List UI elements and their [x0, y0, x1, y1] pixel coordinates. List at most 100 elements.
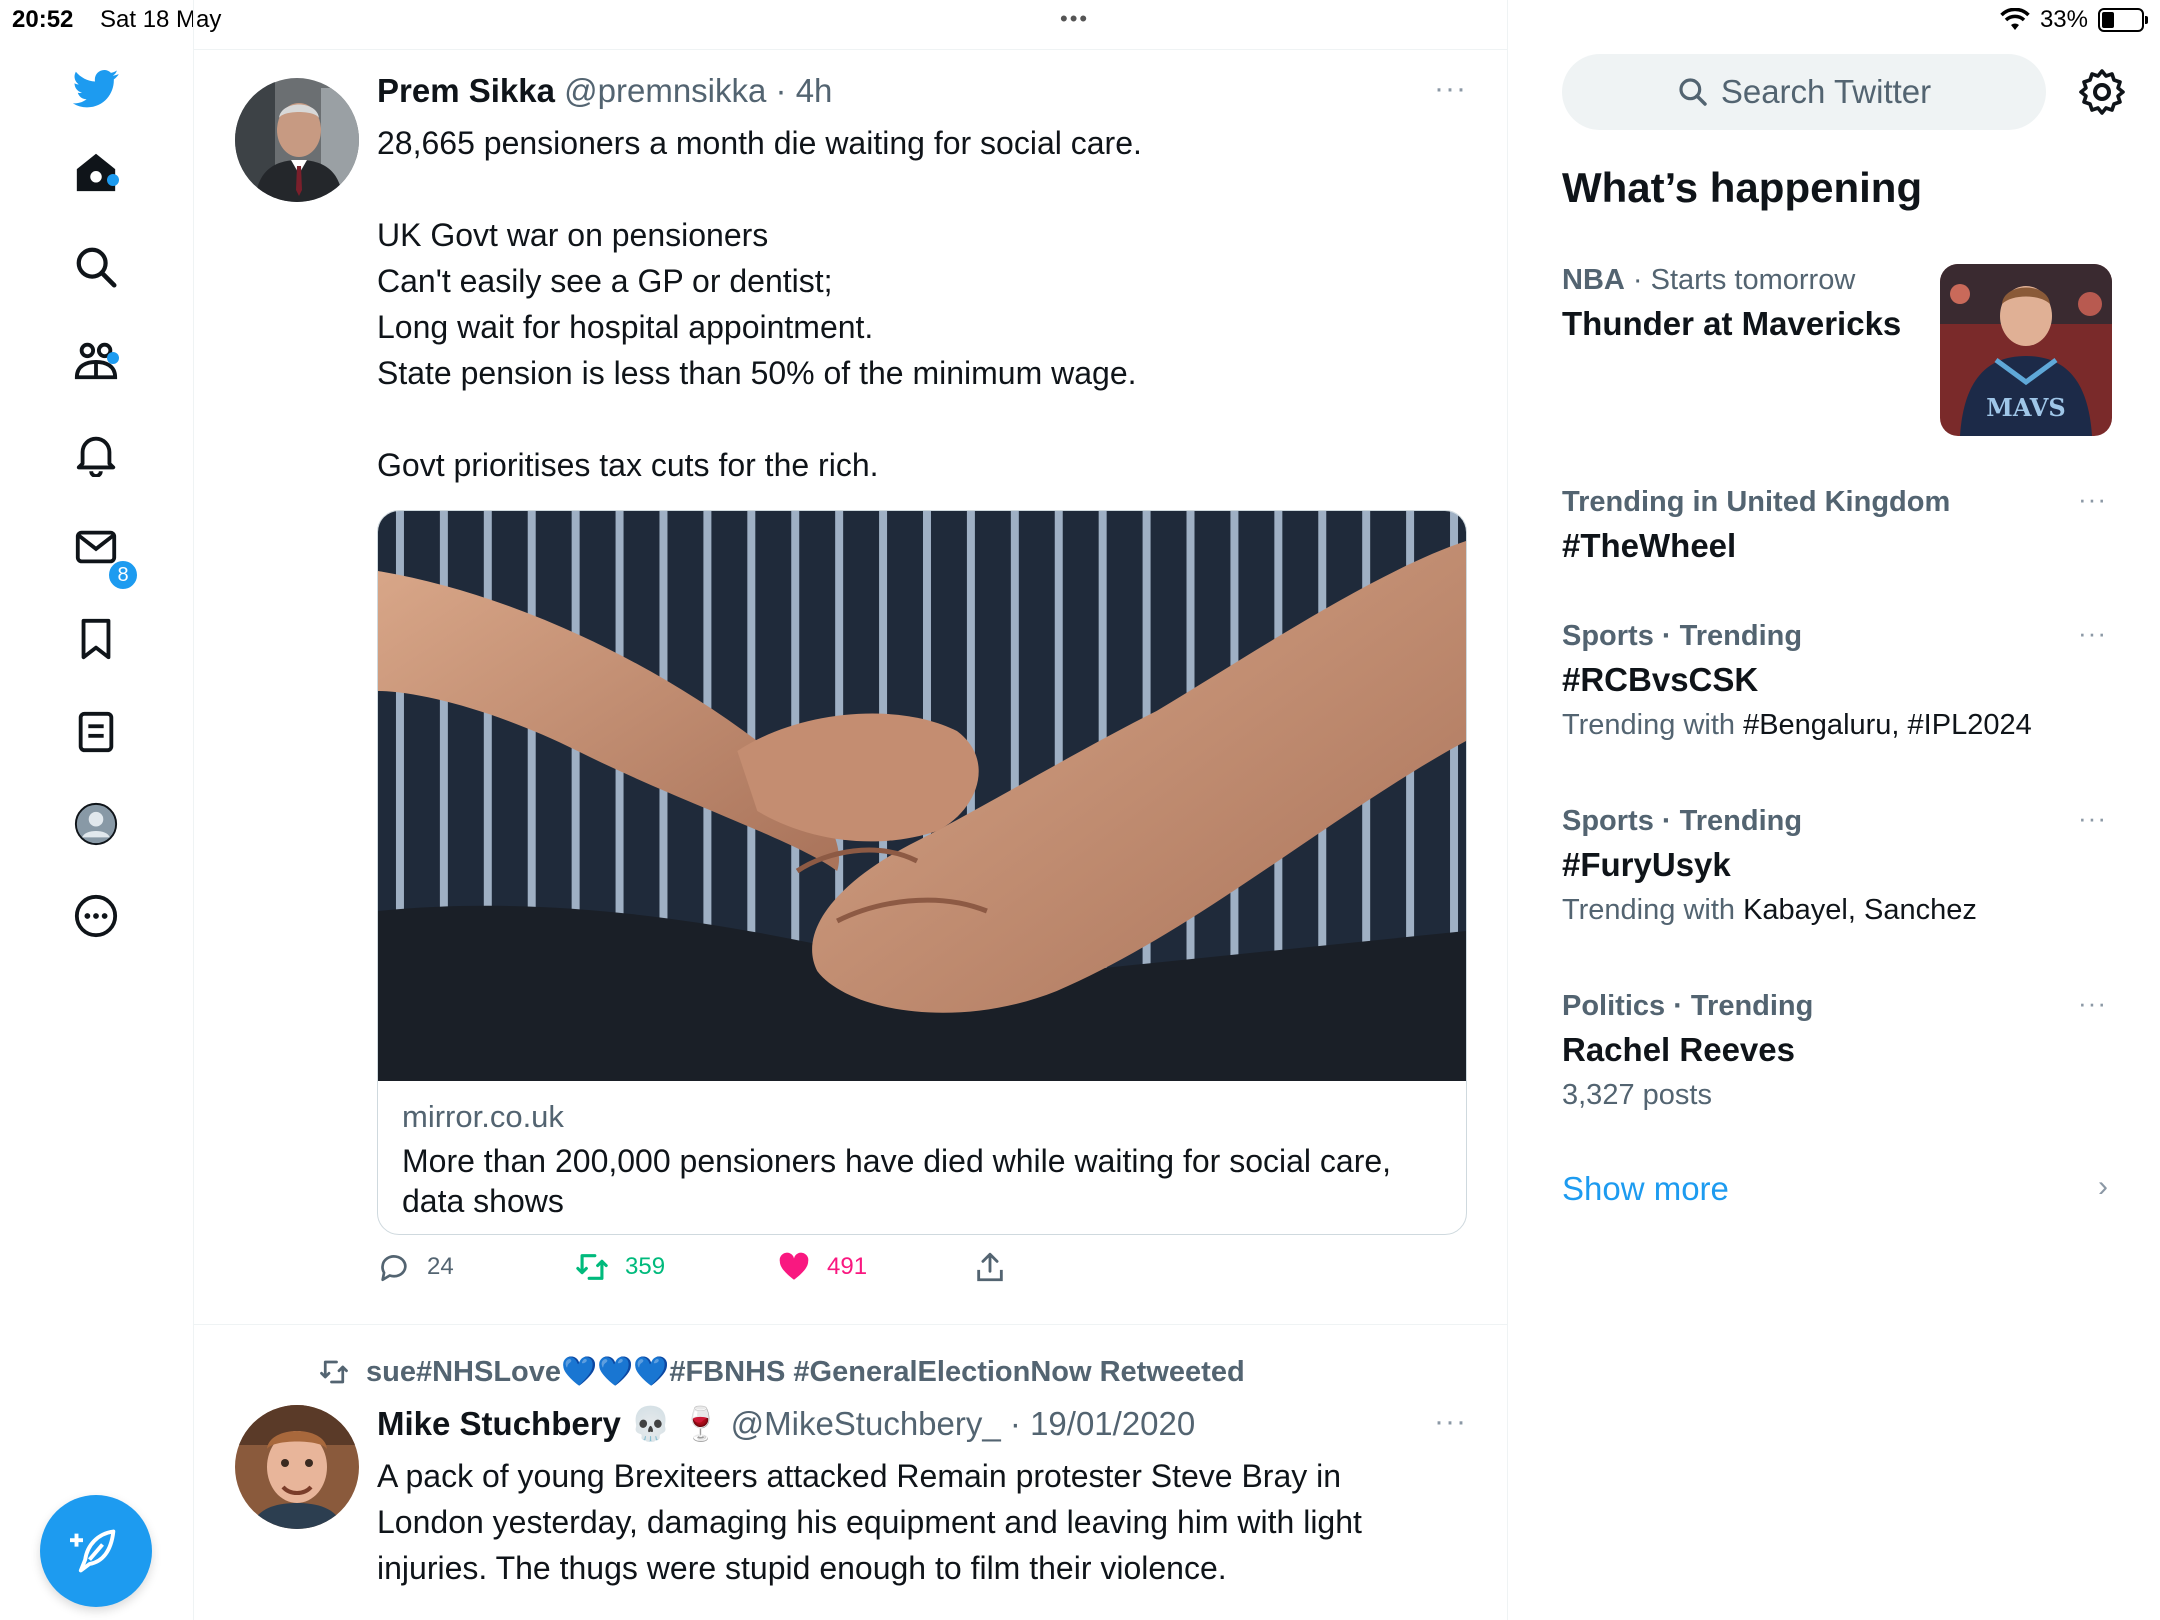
chevron-right-icon[interactable]: › — [2098, 1170, 2108, 1204]
battery-percent: 33% — [2039, 6, 2088, 33]
trend-subtext: Trending with Kabayel, Sanchez — [1562, 894, 2122, 927]
trend-sub-label: Trending with — [1562, 709, 1744, 741]
avatar[interactable] — [235, 78, 359, 202]
settings-gear-icon[interactable] — [2078, 68, 2126, 116]
trend-name: #RCBvsCSK — [1562, 661, 1759, 698]
trend-subtext: Trending with #Bengaluru, #IPL2024 — [1562, 709, 2122, 742]
bookmarks-icon[interactable] — [72, 615, 120, 663]
trend-sub-value: #Bengaluru, #IPL2024 — [1743, 709, 2032, 741]
search-icon — [1679, 78, 1707, 106]
trend-image[interactable]: MAVS — [1940, 264, 2112, 436]
show-more-link[interactable]: Show more — [1562, 1170, 1729, 1208]
tweet-more-button[interactable]: ··· — [1434, 72, 1467, 106]
trend-item-featured[interactable]: NBA · Starts tomorrow Thunder at Maveric… — [1562, 264, 1942, 343]
lists-icon[interactable] — [72, 708, 120, 756]
link-card-image — [378, 511, 1466, 1081]
tweet-line: 28,665 pensioners a month die waiting fo… — [377, 125, 1142, 161]
share-icon — [977, 1252, 1003, 1282]
notifications-icon[interactable] — [72, 430, 120, 478]
search-icon[interactable] — [72, 243, 120, 291]
tweet[interactable]: Prem Sikka @premnsikka · 4h ··· 28,665 p… — [194, 50, 1507, 1325]
like-count: 491 — [827, 1253, 868, 1280]
whats-happening-title: What’s happening — [1562, 164, 1923, 211]
tweet-header: Prem Sikka @premnsikka · 4h — [377, 72, 832, 110]
retweet-count: 359 — [625, 1253, 666, 1280]
link-card-domain: mirror.co.uk — [402, 1099, 564, 1134]
left-navigation: 8 — [0, 40, 193, 1620]
home-icon[interactable] — [72, 148, 120, 196]
blue-hearts-emoji: 💙💙💙 — [561, 1356, 670, 1388]
messages-icon[interactable] — [72, 523, 120, 571]
avatar[interactable] — [235, 1405, 359, 1529]
compose-icon — [70, 1529, 116, 1573]
trend-category: NBA — [1562, 264, 1625, 296]
reply-button[interactable]: 24 — [377, 1250, 454, 1284]
trend-name: Thunder at Mavericks — [1562, 305, 1902, 342]
trend-name: #TheWheel — [1562, 527, 1737, 564]
tweet-line — [377, 396, 1427, 442]
link-card-title: More than 200,000 pensioners have died w… — [402, 1143, 1392, 1219]
profile-icon[interactable] — [72, 800, 120, 848]
trend-item[interactable]: Trending in United Kingdom #TheWheel — [1562, 486, 2122, 565]
tweet-line: Long wait for hospital appointment. — [377, 309, 874, 345]
tweet-text: A pack of young Brexiteers attacked Rema… — [377, 1458, 1362, 1586]
tweet-line: State pension is less than 50% of the mi… — [377, 355, 1137, 391]
trend-more-button[interactable]: ··· — [2078, 484, 2107, 515]
home-unread-dot — [107, 174, 119, 186]
communities-unread-dot — [107, 352, 119, 364]
reply-count: 24 — [427, 1253, 454, 1280]
trend-item[interactable]: Politics · Trending Rachel Reeves 3,327 … — [1562, 990, 2122, 1112]
link-card[interactable]: mirror.co.uk More than 200,000 pensioner… — [377, 510, 1467, 1235]
tweet-line: Can't easily see a GP or dentist; — [377, 263, 833, 299]
battery-icon — [2098, 8, 2148, 32]
trend-name: #FuryUsyk — [1562, 846, 1731, 883]
retweeter-prefix: sue#NHSLove — [366, 1356, 562, 1388]
reply-icon — [381, 1255, 407, 1282]
more-icon[interactable] — [72, 892, 120, 940]
trend-more-button[interactable]: ··· — [2078, 988, 2107, 1019]
search-input[interactable]: Search Twitter — [1562, 54, 2046, 130]
tweet-time[interactable]: · 19/01/2020 — [1010, 1405, 1195, 1442]
retweeter-suffix: #FBNHS #GeneralElectionNow Retweeted — [669, 1356, 1245, 1388]
search-placeholder: Search Twitter — [1720, 73, 1932, 110]
trend-meta-rest: · Starts tomorrow — [1624, 264, 1856, 296]
tweet-line — [377, 166, 1427, 212]
tweet-line: Govt prioritises tax cuts for the rich. — [377, 447, 879, 483]
trend-sub-value: Kabayel, Sanchez — [1743, 894, 1977, 926]
twitter-logo-icon[interactable] — [72, 64, 120, 112]
tweet-line: UK Govt war on pensioners — [377, 217, 769, 253]
status-time: 20:52 — [12, 6, 74, 33]
trend-more-button[interactable]: ··· — [2078, 803, 2107, 834]
tweet-time[interactable]: · 4h — [776, 72, 833, 109]
retweet-button[interactable]: 359 — [575, 1250, 665, 1284]
author-name-emoji: 💀 🍷 — [630, 1405, 722, 1442]
tweet-more-button[interactable]: ··· — [1434, 1405, 1467, 1439]
mavs-jersey-text: MAVS — [1986, 393, 2065, 422]
trend-name: Rachel Reeves — [1562, 1031, 1795, 1068]
author-name[interactable]: Mike Stuchbery — [377, 1405, 621, 1442]
timeline: Prem Sikka @premnsikka · 4h ··· 28,665 p… — [193, 0, 1508, 1620]
wifi-icon — [2000, 8, 2030, 30]
trend-meta: Sports · Trending — [1562, 620, 1803, 652]
retweeted-by-line: sue#NHSLove💙💙💙#FBNHS #GeneralElectionNow… — [316, 1355, 1245, 1389]
retweeter-name[interactable]: sue#NHSLove💙💙💙#FBNHS #GeneralElectionNow… — [366, 1355, 1245, 1389]
trend-meta: Trending in United Kingdom — [1562, 486, 1951, 518]
trend-meta: NBA · Starts tomorrow — [1562, 264, 1942, 297]
author-name[interactable]: Prem Sikka — [377, 72, 555, 109]
trend-more-button[interactable]: ··· — [2078, 618, 2107, 649]
tweet[interactable]: sue#NHSLove💙💙💙#FBNHS #GeneralElectionNow… — [194, 1325, 1507, 1620]
like-button[interactable]: 491 — [777, 1250, 867, 1284]
retweet-icon — [320, 1360, 348, 1384]
trend-item[interactable]: Sports · Trending #RCBvsCSK Trending wit… — [1562, 620, 2122, 742]
trend-item[interactable]: Sports · Trending #FuryUsyk Trending wit… — [1562, 805, 2122, 927]
timeline-header — [194, 0, 1507, 50]
retweet-icon — [576, 1254, 608, 1280]
share-button[interactable] — [973, 1250, 1007, 1284]
heart-icon — [779, 1252, 809, 1280]
tweet-header: Mike Stuchbery 💀 🍷 @MikeStuchbery_ · 19/… — [377, 1405, 1195, 1444]
author-handle[interactable]: @MikeStuchbery_ — [731, 1405, 1001, 1442]
author-handle[interactable]: @premnsikka — [564, 72, 766, 109]
compose-tweet-button[interactable] — [40, 1495, 152, 1607]
tweet-actions: 24 359 491 — [377, 1250, 1077, 1298]
trend-meta: Sports · Trending — [1562, 805, 1803, 837]
